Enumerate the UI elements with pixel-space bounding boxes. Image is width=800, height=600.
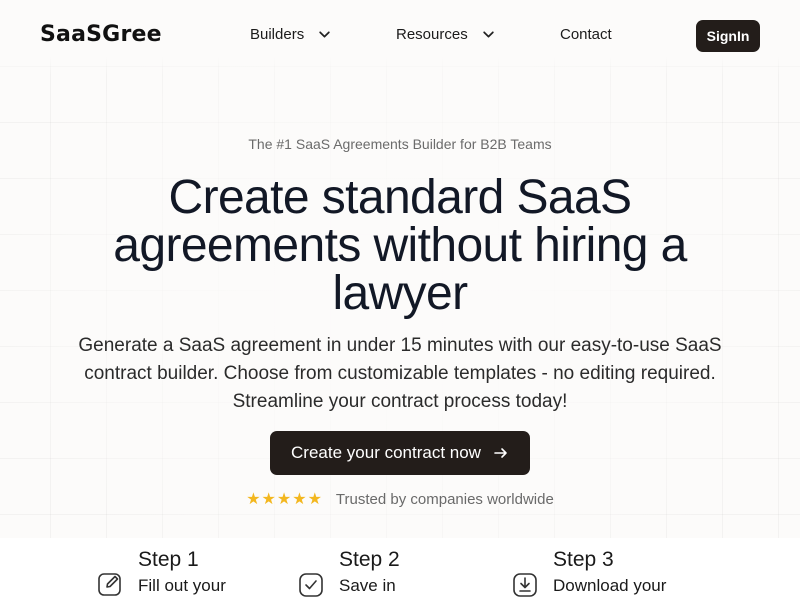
download-icon (513, 573, 537, 597)
chevron-down-icon (319, 31, 330, 38)
nav-builders-label: Builders (250, 26, 305, 43)
trust-row: ★ ★ ★ ★ ★ Trusted by companies worldwide (0, 491, 800, 508)
rating-stars: ★ ★ ★ ★ ★ (246, 490, 322, 508)
check-square-icon (299, 573, 323, 597)
nav-resources-label: Resources (396, 26, 468, 43)
step-title: Step 1 (138, 548, 199, 571)
logo[interactable]: SaaSGree (40, 22, 162, 47)
star-icon: ★ (307, 490, 322, 508)
subtext-line: contract builder. Choose from customizab… (84, 363, 716, 384)
step-title: Step 3 (553, 548, 614, 571)
star-icon: ★ (261, 490, 276, 508)
nav-contact[interactable]: Contact (560, 26, 612, 43)
chevron-down-icon (483, 31, 494, 38)
headline-line: agreements without hiring a (113, 219, 687, 272)
step-description: Fill out your (138, 576, 226, 595)
star-icon: ★ (246, 490, 261, 508)
nav-contact-label: Contact (560, 26, 612, 43)
step-description: Save in (339, 576, 396, 595)
signin-button[interactable]: SignIn (696, 20, 760, 52)
hero-eyebrow: The #1 SaaS Agreements Builder for B2B T… (248, 136, 552, 152)
hero-headline: Create standard SaaS agreements without … (60, 174, 740, 318)
headline-line: Create standard SaaS (168, 171, 633, 224)
subtext-line: Streamline your contract process today! (232, 391, 568, 412)
trust-text: Trusted by companies worldwide (335, 491, 554, 508)
headline-line: lawyer (332, 267, 468, 320)
nav-resources[interactable]: Resources (396, 26, 495, 43)
create-contract-button[interactable]: Create your contract now (270, 431, 530, 475)
nav-builders[interactable]: Builders (250, 26, 331, 43)
step-title: Step 2 (339, 548, 400, 571)
hero-subtext: Generate a SaaS agreement in under 15 mi… (40, 332, 760, 416)
step-description: Download your (553, 576, 667, 595)
cta-label: Create your contract now (291, 443, 481, 462)
arrow-right-icon (494, 448, 507, 458)
edit-icon (98, 573, 121, 596)
site-header: SaaSGree Builders Resources Contact Sign… (0, 0, 800, 72)
star-icon: ★ (292, 490, 307, 508)
subtext-line: Generate a SaaS agreement in under 15 mi… (78, 335, 722, 356)
star-icon: ★ (276, 490, 292, 508)
